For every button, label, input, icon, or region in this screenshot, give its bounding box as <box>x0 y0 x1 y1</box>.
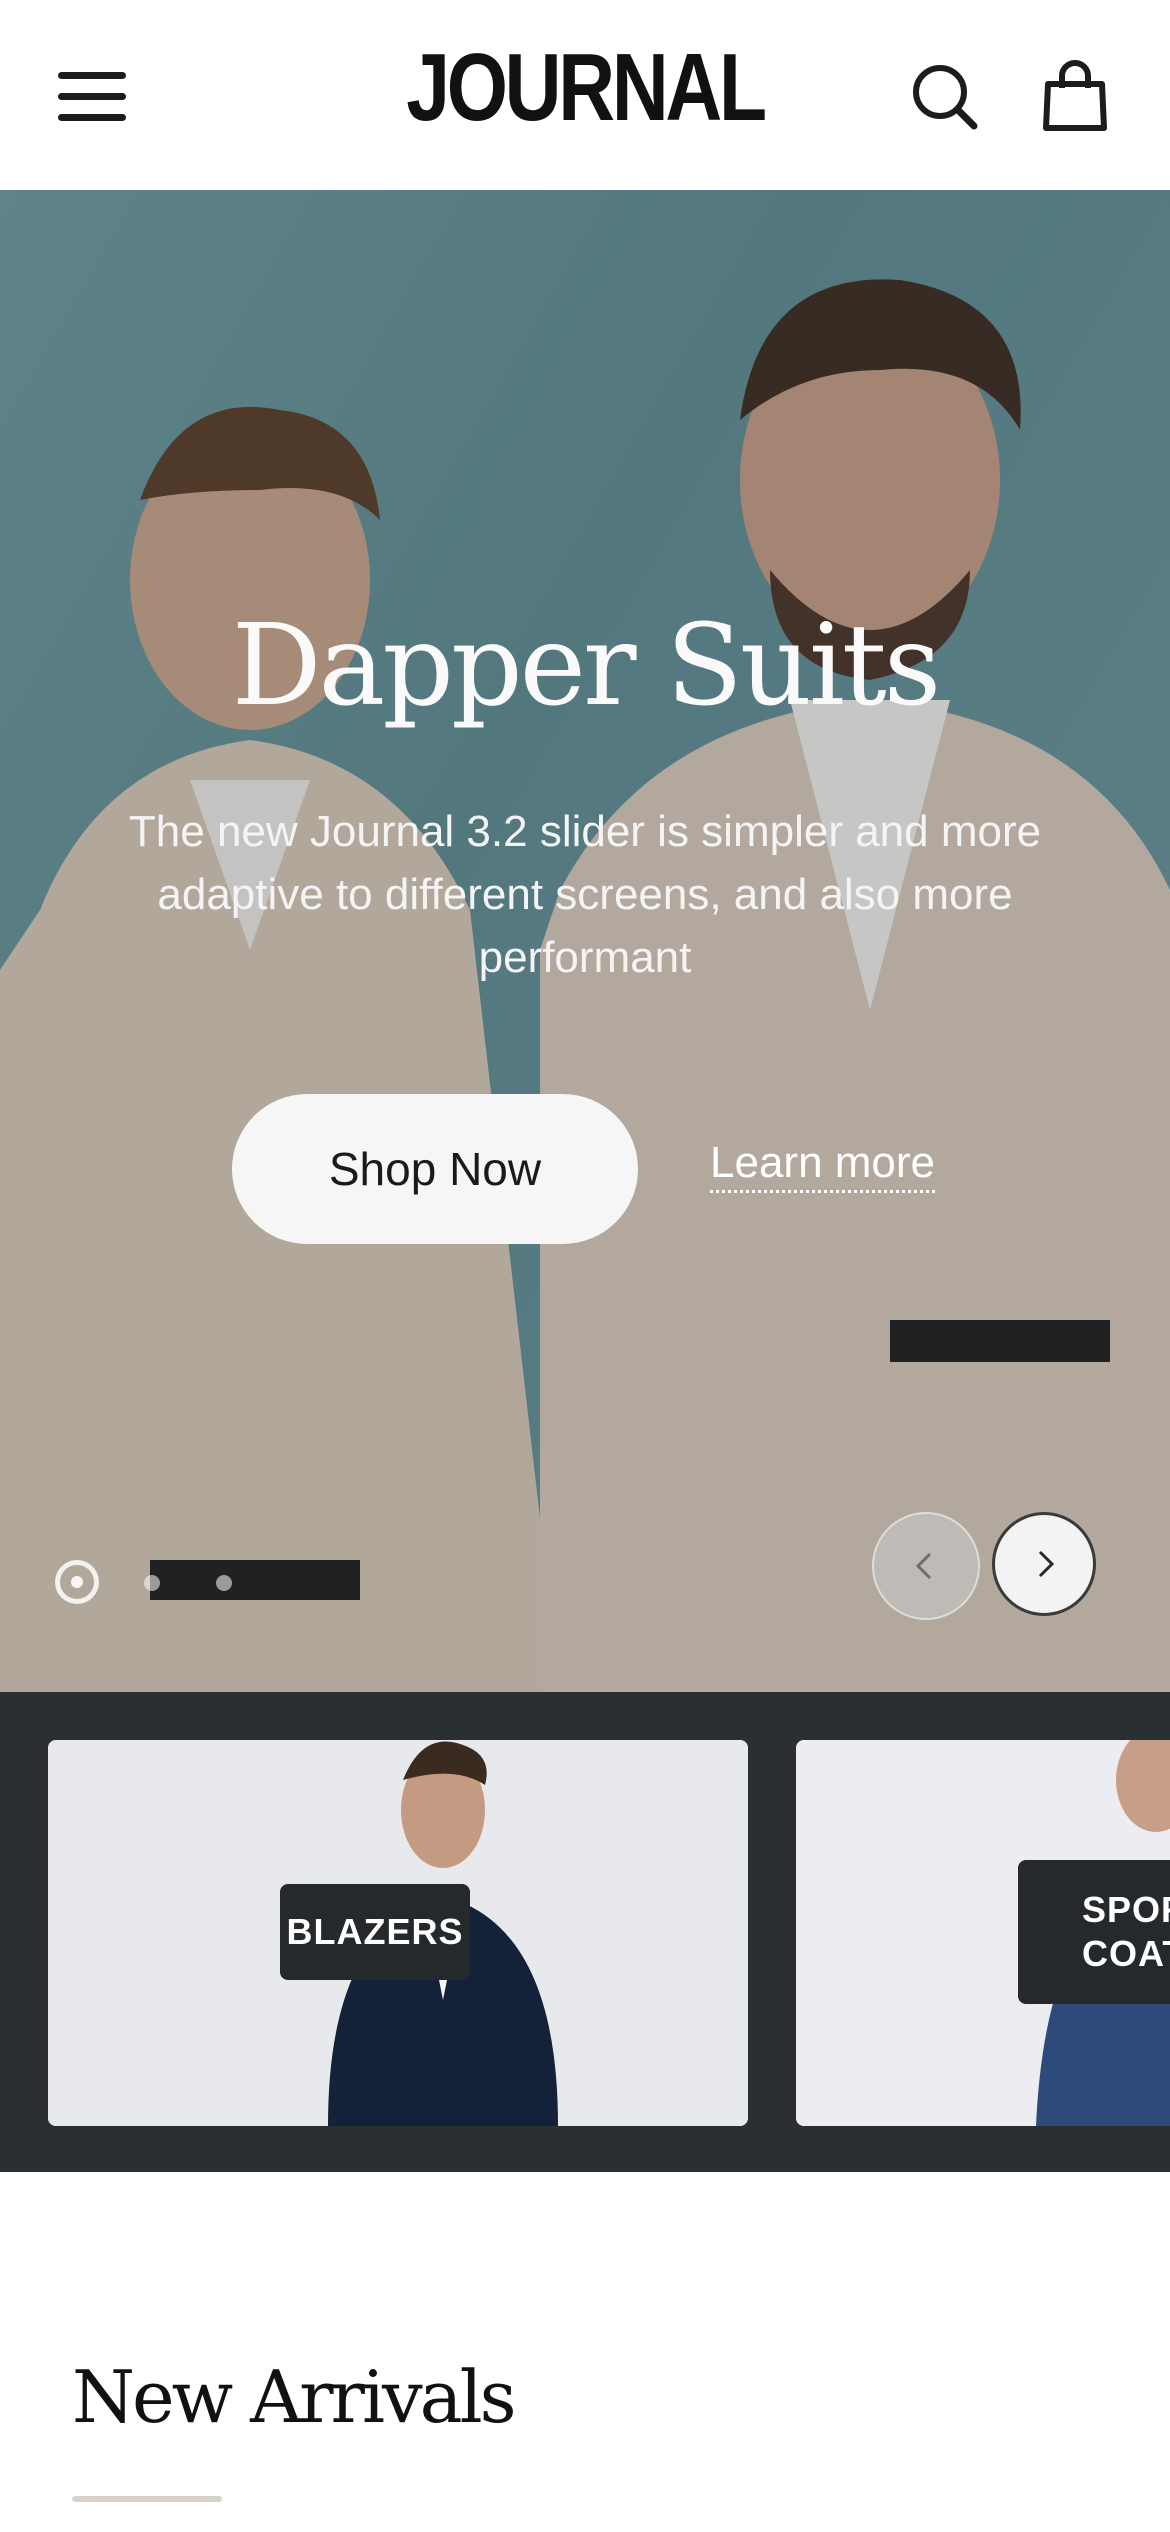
hero-title: Dapper Suits <box>231 601 942 731</box>
hero-slider[interactable]: Dapper Suits The new Journal 3.2 slider … <box>0 190 1170 1692</box>
top-header: JOURNAL <box>0 0 1170 190</box>
prev-slide-button[interactable] <box>872 1512 980 1620</box>
learn-more-link[interactable]: Learn more <box>710 1138 936 1193</box>
category-carousel[interactable]: BLAZERS SPOR COAT <box>0 1692 1170 2172</box>
section-title-new-arrivals: New Arrivals <box>72 2355 517 2439</box>
chevron-left-icon <box>915 1552 932 1580</box>
title-underline <box>72 2496 222 2502</box>
search-icon[interactable] <box>908 60 980 132</box>
chevron-right-icon <box>1038 1550 1055 1578</box>
shopping-bag-icon[interactable] <box>1040 60 1112 132</box>
next-slide-button[interactable] <box>992 1512 1096 1616</box>
shop-now-button[interactable]: Shop Now <box>232 1094 638 1244</box>
slide-dot[interactable] <box>216 1575 232 1591</box>
category-card-sport-coats[interactable]: SPOR COAT <box>796 1740 1170 2126</box>
slide-dot[interactable] <box>144 1575 160 1591</box>
category-card-blazers[interactable]: BLAZERS <box>48 1740 748 2126</box>
hero-subtitle: The new Journal 3.2 slider is simpler an… <box>128 807 1042 982</box>
category-label: BLAZERS <box>280 1884 470 1980</box>
category-label: SPOR COAT <box>1018 1860 1170 2004</box>
slide-dot-active[interactable] <box>55 1560 99 1604</box>
